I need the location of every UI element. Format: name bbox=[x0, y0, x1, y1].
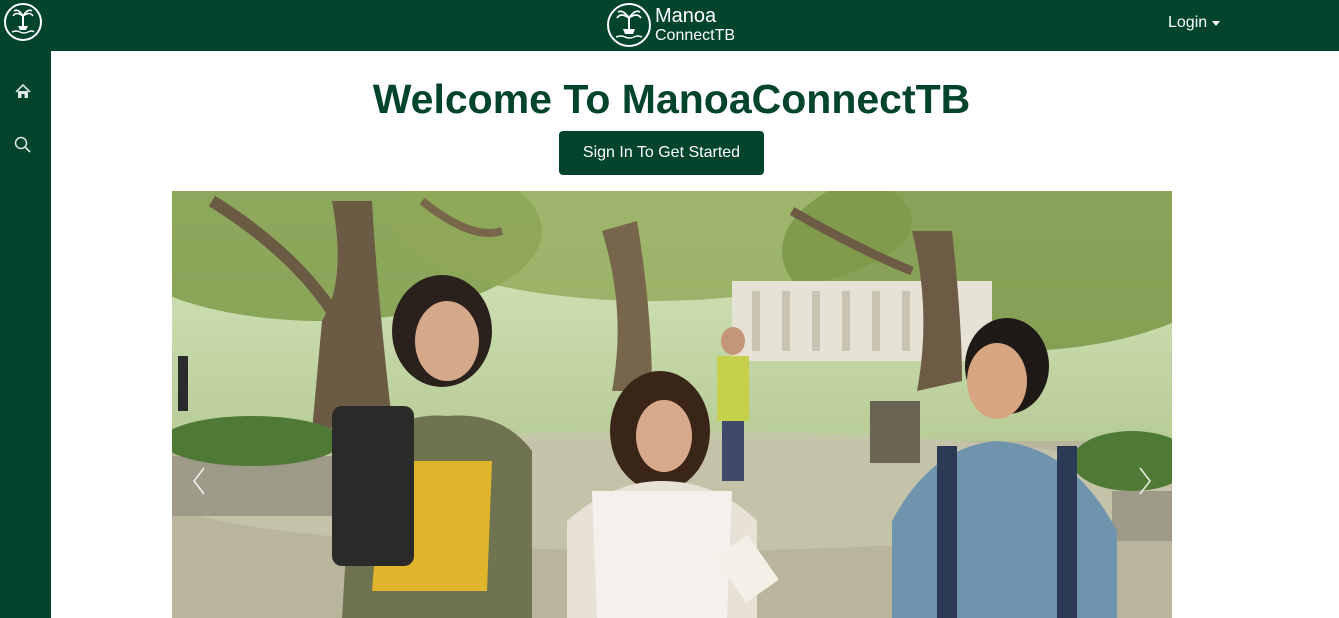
brand-logo[interactable]: Manoa ConnectTB bbox=[607, 2, 735, 47]
sidebar bbox=[0, 51, 51, 618]
sign-in-button[interactable]: Sign In To Get Started bbox=[559, 131, 764, 175]
page-title: Welcome To ManoaConnectTB bbox=[372, 76, 971, 122]
brand-name: Manoa ConnectTB bbox=[655, 6, 735, 44]
login-dropdown[interactable]: Login bbox=[1168, 14, 1221, 32]
login-label: Login bbox=[1168, 14, 1208, 31]
top-navbar: Manoa ConnectTB Login bbox=[0, 0, 1339, 51]
caret-down-icon bbox=[1212, 20, 1221, 26]
brand-name-line1: Manoa bbox=[655, 4, 717, 27]
chevron-right-icon bbox=[1139, 467, 1152, 495]
campus-students-photo bbox=[172, 191, 1172, 618]
palm-tree-icon bbox=[607, 2, 651, 47]
search-icon[interactable] bbox=[13, 135, 33, 155]
carousel-prev-button[interactable] bbox=[184, 461, 214, 501]
chevron-left-icon bbox=[192, 467, 205, 495]
carousel-next-button[interactable] bbox=[1130, 461, 1160, 501]
brand-name-line2: ConnectTB bbox=[655, 26, 736, 44]
home-icon[interactable] bbox=[13, 82, 33, 102]
hero-carousel[interactable] bbox=[172, 191, 1172, 618]
palm-tree-logo-icon[interactable] bbox=[4, 3, 42, 41]
